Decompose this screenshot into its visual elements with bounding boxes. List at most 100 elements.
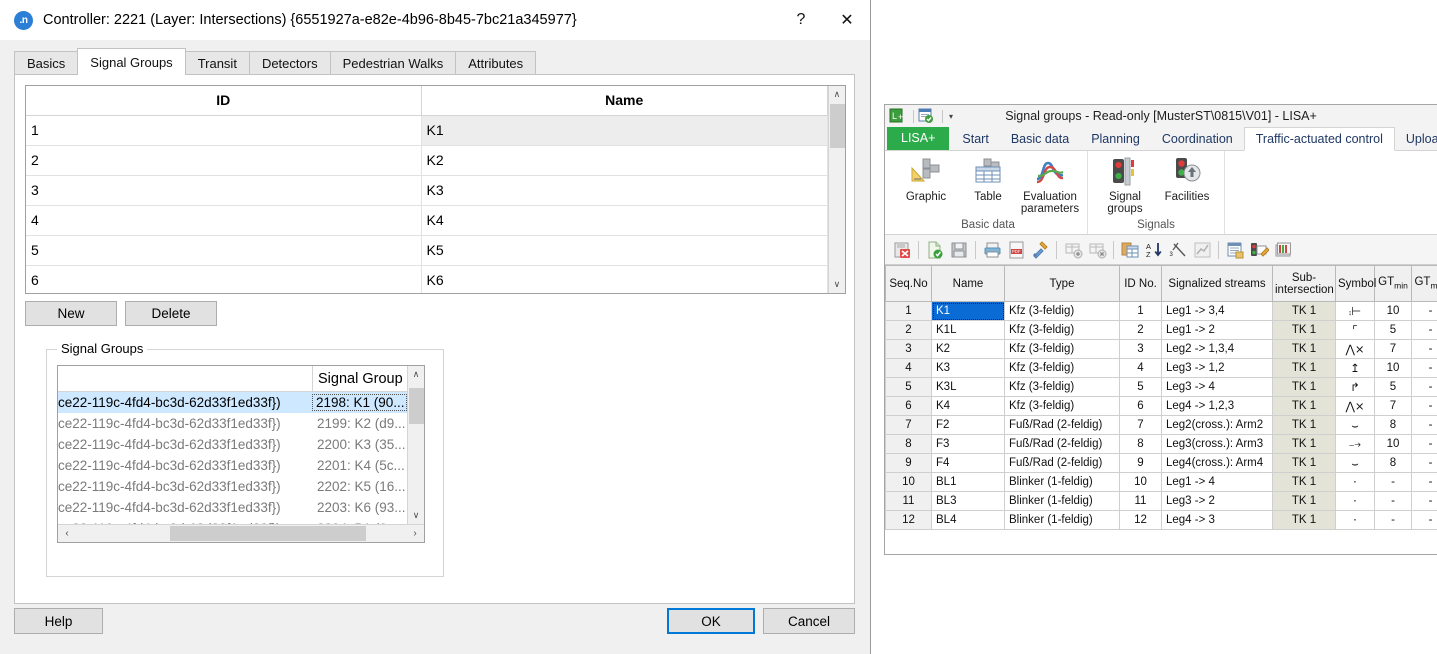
grid-vertical-scrollbar[interactable]: ∧ ∨ [828,86,845,293]
scrollbar-thumb[interactable] [170,526,366,541]
cell-gtmin[interactable]: 10 [1375,435,1412,454]
cell-streams[interactable]: Leg1 -> 2 [1162,321,1273,340]
cell-gtmin[interactable]: 10 [1375,359,1412,378]
cell-gtmin[interactable]: 8 [1375,416,1412,435]
col-header-gtmax[interactable]: GTmax [1412,266,1437,302]
table-row[interactable]: 1 K1 Kfz (3-feldig) 1 Leg1 -> 3,4 TK 1 ⨾… [886,302,1437,321]
cell-type[interactable]: Kfz (3-feldig) [1005,321,1120,340]
notes-icon[interactable] [1223,239,1247,261]
cell-type[interactable]: Blinker (1-feldig) [1005,492,1120,511]
cell-name[interactable]: F2 [932,416,1005,435]
list-item[interactable]: ce22-119c-4fd4-bc3d-62d33f1ed33f}) 2201:… [58,455,407,476]
cell-name[interactable]: K4 [421,205,827,235]
cancel-button[interactable]: Cancel [763,608,855,634]
cell-gtmax[interactable]: - [1412,416,1437,435]
ribbon-button-signal-groups[interactable]: Signal groups [1094,155,1156,215]
cell-streams[interactable]: Leg3(cross.): Arm3 [1162,435,1273,454]
table-row[interactable]: 12 BL4 Blinker (1-feldig) 12 Leg4 -> 3 T… [886,511,1437,530]
cell-sub-intersection[interactable]: TK 1 [1273,397,1336,416]
ribbon-button-graphic[interactable]: Graphic [895,155,957,203]
cell-gtmin[interactable]: 7 [1375,340,1412,359]
table-row[interactable]: 7 F2 Fuß/Rad (2-feldig) 7 Leg2(cross.): … [886,416,1437,435]
cell-idno[interactable]: 4 [1120,359,1162,378]
cell-seqno[interactable]: 12 [886,511,932,530]
scroll-left-icon[interactable]: ‹ [58,525,76,542]
scrollbar-thumb[interactable] [830,104,845,148]
validate-icon[interactable] [918,108,935,124]
cell-streams[interactable]: Leg1 -> 3,4 [1162,302,1273,321]
cell-seqno[interactable]: 11 [886,492,932,511]
cell-id[interactable]: 5 [26,235,421,265]
new-icon[interactable] [923,239,947,261]
cell-sub-intersection[interactable]: TK 1 [1273,340,1336,359]
cell-gtmax[interactable]: - [1412,321,1437,340]
tab-start[interactable]: Start [951,128,999,150]
table-row[interactable]: 8 F3 Fuß/Rad (2-feldig) 8 Leg3(cross.): … [886,435,1437,454]
cell-sub-intersection[interactable]: TK 1 [1273,359,1336,378]
cell-gtmax[interactable]: - [1412,435,1437,454]
new-button[interactable]: New [25,301,117,326]
scrollbar-thumb[interactable] [409,388,424,424]
cell-streams[interactable]: Leg3 -> 1,2 [1162,359,1273,378]
cell-seqno[interactable]: 1 [886,302,932,321]
col-header-gtmin[interactable]: GTmin [1375,266,1412,302]
col-header-blank[interactable] [58,366,313,391]
cell-name[interactable]: K2 [421,145,827,175]
table-row[interactable]: 2 K1L Kfz (3-feldig) 2 Leg1 -> 2 TK 1 ⌜ … [886,321,1437,340]
tab-signal-groups[interactable]: Signal Groups [77,48,185,75]
cell-idno[interactable]: 5 [1120,378,1162,397]
table-row[interactable]: 5 K3L Kfz (3-feldig) 5 Leg3 -> 4 TK 1 ↱ … [886,378,1437,397]
tab-planning[interactable]: Planning [1080,128,1151,150]
cell-sub-intersection[interactable]: TK 1 [1273,378,1336,397]
cell-name[interactable]: K1 [932,302,1005,321]
col-header-name[interactable]: Name [932,266,1005,302]
cell-seqno[interactable]: 7 [886,416,932,435]
cell-id[interactable]: 6 [26,265,421,293]
tab-pedestrian-walks[interactable]: Pedestrian Walks [330,51,457,75]
cell-streams[interactable]: Leg4 -> 1,2,3 [1162,397,1273,416]
list-item-signal-group[interactable]: 2198: K1 (90... [312,394,407,411]
cell-gtmax[interactable]: - [1412,473,1437,492]
cell-seqno[interactable]: 9 [886,454,932,473]
tab-basics[interactable]: Basics [14,51,78,75]
table-row[interactable]: 4 K3 Kfz (3-feldig) 4 Leg3 -> 1,2 TK 1 ↥… [886,359,1437,378]
cell-seqno[interactable]: 3 [886,340,932,359]
cell-sub-intersection[interactable]: TK 1 [1273,435,1336,454]
list-item[interactable]: ce22-119c-4fd4-bc3d-62d33f1ed33f}) 2202:… [58,476,407,497]
cell-id[interactable]: 1 [26,115,421,145]
cell-idno[interactable]: 6 [1120,397,1162,416]
list-item[interactable]: ce22-119c-4fd4-bc3d-62d33f1ed33f}) 2200:… [58,434,407,455]
save-icon[interactable] [947,239,971,261]
cell-gtmax[interactable]: - [1412,359,1437,378]
cell-gtmax[interactable]: - [1412,340,1437,359]
cell-idno[interactable]: 1 [1120,302,1162,321]
scroll-right-icon[interactable]: › [406,525,424,542]
list-item-signal-group[interactable]: 2203: K6 (93... [313,500,407,515]
cell-sub-intersection[interactable]: TK 1 [1273,321,1336,340]
col-header-sub-intersection[interactable]: Sub- intersection [1273,266,1336,302]
layers-icon[interactable] [1271,239,1295,261]
cell-type[interactable]: Kfz (3-feldig) [1005,359,1120,378]
list-item[interactable]: ce22-119c-4fd4-bc3d-62d33f1ed33f}) 2203:… [58,497,407,518]
tab-coordination[interactable]: Coordination [1151,128,1244,150]
cell-sub-intersection[interactable]: TK 1 [1273,473,1336,492]
cell-name[interactable]: K3L [932,378,1005,397]
cell-type[interactable]: Kfz (3-feldig) [1005,302,1120,321]
table-row[interactable]: 5 K5 [26,235,827,265]
tab-attributes[interactable]: Attributes [455,51,536,75]
ribbon-button-facilities[interactable]: Facilities [1156,155,1218,203]
cell-gtmin[interactable]: 10 [1375,302,1412,321]
cell-name[interactable]: F3 [932,435,1005,454]
cell-idno[interactable]: 10 [1120,473,1162,492]
tab-traffic-actuated-control[interactable]: Traffic-actuated control [1244,127,1395,151]
cell-streams[interactable]: Leg1 -> 4 [1162,473,1273,492]
cell-type[interactable]: Kfz (3-feldig) [1005,397,1120,416]
cell-streams[interactable]: Leg2(cross.): Arm2 [1162,416,1273,435]
cell-idno[interactable]: 8 [1120,435,1162,454]
table-row[interactable]: 11 BL3 Blinker (1-feldig) 11 Leg3 -> 2 T… [886,492,1437,511]
edit-signal-icon[interactable] [1247,239,1271,261]
cell-name[interactable]: BL4 [932,511,1005,530]
table-row[interactable]: 10 BL1 Blinker (1-feldig) 10 Leg1 -> 4 T… [886,473,1437,492]
cell-streams[interactable]: Leg4(cross.): Arm4 [1162,454,1273,473]
cell-type[interactable]: Kfz (3-feldig) [1005,340,1120,359]
